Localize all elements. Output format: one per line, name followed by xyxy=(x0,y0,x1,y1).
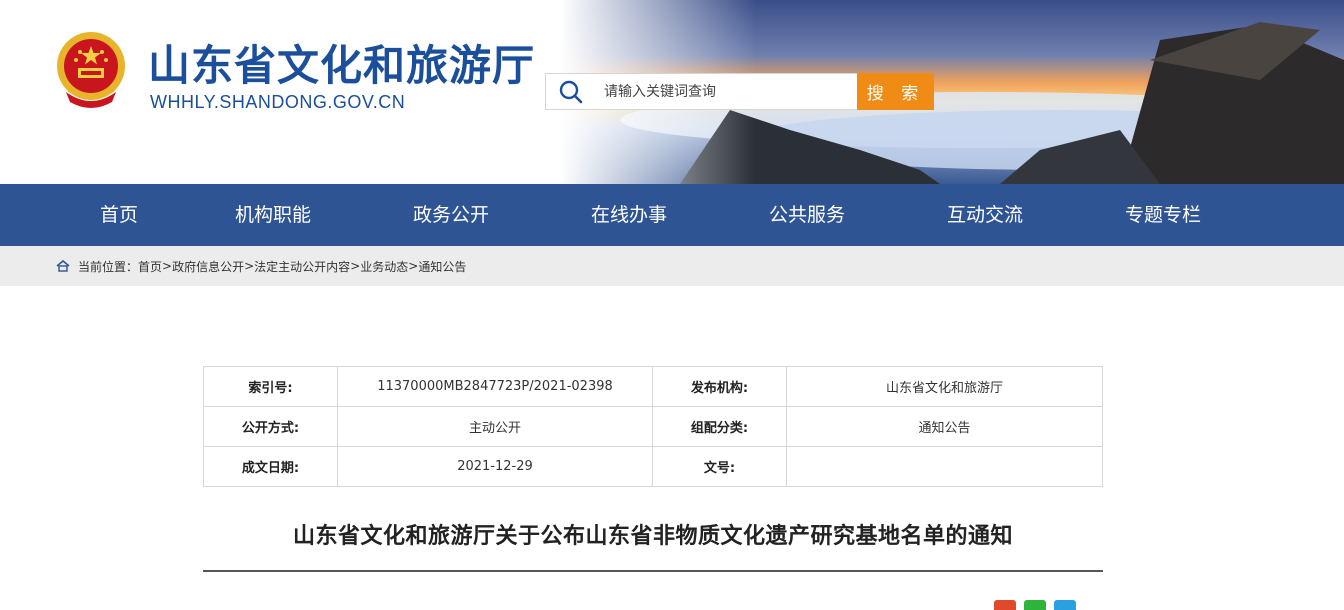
breadcrumb-item-business-news[interactable]: 业务动态 xyxy=(360,258,408,275)
meta-value-index: 11370000MB2847723P/2021-02398 xyxy=(337,366,653,407)
breadcrumb-prefix: 当前位置： xyxy=(78,259,139,274)
search-icon xyxy=(546,74,596,109)
meta-value-category: 通知公告 xyxy=(786,406,1103,447)
table-row: 公开方式: 主动公开 组配分类: 通知公告 xyxy=(203,406,1103,447)
breadcrumb-item-home[interactable]: 首页 xyxy=(138,258,162,275)
breadcrumb-item-gov-info[interactable]: 政府信息公开 xyxy=(172,258,244,275)
site-header: 山东省文化和旅游厅 WHHLY.SHANDONG.GOV.CN 搜 索 xyxy=(0,0,1344,184)
meta-value-date: 2021-12-29 xyxy=(337,446,653,487)
meta-label-disclosure: 公开方式: xyxy=(203,406,338,447)
search-input[interactable] xyxy=(596,74,857,109)
breadcrumb-separator: > xyxy=(162,259,173,273)
nav-item-government-affairs[interactable]: 政务公开 xyxy=(413,184,489,246)
breadcrumb-separator: > xyxy=(350,259,361,273)
share-qzone-icon[interactable] xyxy=(1054,600,1076,610)
document-title: 山东省文化和旅游厅关于公布山东省非物质文化遗产研究基地名单的通知 xyxy=(292,524,1013,549)
meta-label-category: 组配分类: xyxy=(652,406,787,447)
breadcrumb-item-notices[interactable]: 通知公告 xyxy=(418,258,466,275)
table-row: 索引号: 11370000MB2847723P/2021-02398 发布机构:… xyxy=(203,366,1103,407)
meta-value-disclosure: 主动公开 xyxy=(337,406,653,447)
share-weibo-icon[interactable] xyxy=(994,600,1016,610)
search-bar: 搜 索 xyxy=(545,73,934,110)
share-wechat-icon[interactable] xyxy=(1024,600,1046,610)
document-meta-table: 索引号: 11370000MB2847723P/2021-02398 发布机构:… xyxy=(203,366,1103,487)
breadcrumb-separator: > xyxy=(408,259,419,273)
meta-label-publisher: 发布机构: xyxy=(652,366,787,407)
home-icon xyxy=(56,260,70,272)
search-button[interactable]: 搜 索 xyxy=(857,73,934,110)
meta-value-publisher: 山东省文化和旅游厅 xyxy=(786,366,1103,407)
meta-value-doc-number xyxy=(786,446,1103,487)
meta-label-date: 成文日期: xyxy=(203,446,338,487)
breadcrumb-separator: > xyxy=(244,259,255,273)
national-emblem-icon xyxy=(57,32,125,108)
title-divider xyxy=(203,570,1103,572)
nav-item-special-topics[interactable]: 专题专栏 xyxy=(1125,184,1201,246)
site-domain: WHHLY.SHANDONG.GOV.CN xyxy=(150,92,406,112)
breadcrumb-item-legal-disclosure[interactable]: 法定主动公开内容 xyxy=(254,258,350,275)
meta-label-doc-number: 文号: xyxy=(652,446,787,487)
table-row: 成文日期: 2021-12-29 文号: xyxy=(203,446,1103,487)
site-title[interactable]: 山东省文化和旅游厅 xyxy=(148,32,535,93)
nav-item-interaction[interactable]: 互动交流 xyxy=(947,184,1023,246)
nav-item-home[interactable]: 首页 xyxy=(100,184,138,246)
breadcrumb: 当前位置： 首页 > 政府信息公开 > 法定主动公开内容 > 业务动态 > 通知… xyxy=(0,246,1344,286)
nav-item-online-services[interactable]: 在线办事 xyxy=(591,184,667,246)
meta-label-index: 索引号: xyxy=(203,366,338,407)
nav-item-public-services[interactable]: 公共服务 xyxy=(769,184,845,246)
nav-item-institution[interactable]: 机构职能 xyxy=(235,184,311,246)
